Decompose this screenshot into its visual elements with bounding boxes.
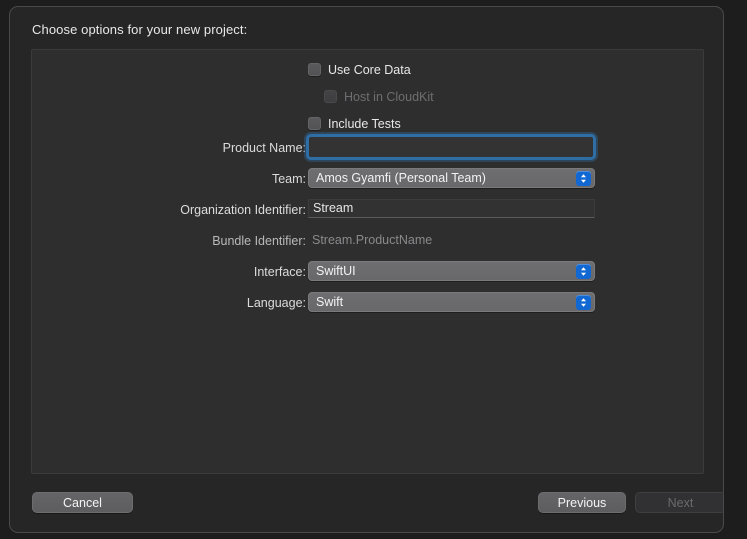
product-name-control <box>306 134 596 160</box>
language-select[interactable]: Swift <box>308 292 595 312</box>
form-row-product-name: Product Name: <box>32 134 705 162</box>
form-row-interface: Interface: SwiftUI <box>32 258 705 286</box>
next-button: Next <box>635 492 723 513</box>
checkbox-row-use-core-data[interactable]: Use Core Data <box>32 61 703 81</box>
project-options-checkbox-group: Use Core Data Host in CloudKit Include Tes… <box>32 61 703 135</box>
form-row-team: Team: Amos Gyamfi (Personal Team) <box>32 165 705 193</box>
include-tests-label: Include Tests <box>328 116 401 131</box>
language-selected-value: Swift <box>316 295 344 309</box>
product-name-input[interactable] <box>306 134 596 160</box>
checkbox-row-host-in-cloudkit: Host in CloudKit <box>32 88 703 108</box>
chevron-up-down-icon <box>576 295 591 310</box>
checkbox-row-include-tests[interactable]: Include Tests <box>32 115 703 135</box>
chevron-up-down-icon <box>576 171 591 186</box>
new-project-options-dialog: Choose options for your new project: Pro… <box>9 6 724 533</box>
bundle-identifier-label: Bundle Identifier: <box>212 234 306 248</box>
host-in-cloudkit-label: Host in CloudKit <box>344 89 434 104</box>
interface-label: Interface: <box>253 265 306 279</box>
form-row-bundle-identifier: Bundle Identifier: Stream.ProductName <box>32 227 705 255</box>
include-tests-checkbox[interactable] <box>308 117 321 131</box>
bundle-identifier-control: Stream.ProductName <box>308 227 432 253</box>
team-selected-value: Amos Gyamfi (Personal Team) <box>316 171 486 185</box>
team-label: Team: <box>271 172 306 186</box>
use-core-data-label: Use Core Data <box>328 62 411 77</box>
language-control: Swift <box>308 289 595 312</box>
organization-identifier-label: Organization Identifier: <box>180 203 306 217</box>
interface-control: SwiftUI <box>308 258 595 281</box>
use-core-data-checkbox[interactable] <box>308 63 321 77</box>
organization-identifier-input[interactable]: Stream <box>308 199 595 218</box>
team-select[interactable]: Amos Gyamfi (Personal Team) <box>308 168 595 188</box>
language-label: Language: <box>246 296 306 310</box>
form-row-organization-identifier: Organization Identifier: Stream <box>32 196 705 224</box>
previous-button[interactable]: Previous <box>538 492 626 513</box>
bundle-identifier-value: Stream.ProductName <box>312 233 433 247</box>
form-row-language: Language: Swift <box>32 289 705 317</box>
organization-identifier-control: Stream <box>308 196 595 218</box>
cancel-button[interactable]: Cancel <box>32 492 133 513</box>
interface-select[interactable]: SwiftUI <box>308 261 595 281</box>
project-options-form: Product Name: Team: Amos Gyamfi (Personal … <box>32 134 705 320</box>
host-in-cloudkit-checkbox <box>324 90 337 104</box>
chevron-up-down-icon <box>576 264 591 279</box>
dialog-title: Choose options for your new project: <box>32 22 248 37</box>
product-name-label: Product Name: <box>222 141 306 155</box>
interface-selected-value: SwiftUI <box>316 264 356 278</box>
options-content-panel: Product Name: Team: Amos Gyamfi (Personal … <box>31 49 704 474</box>
team-control: Amos Gyamfi (Personal Team) <box>308 165 595 188</box>
